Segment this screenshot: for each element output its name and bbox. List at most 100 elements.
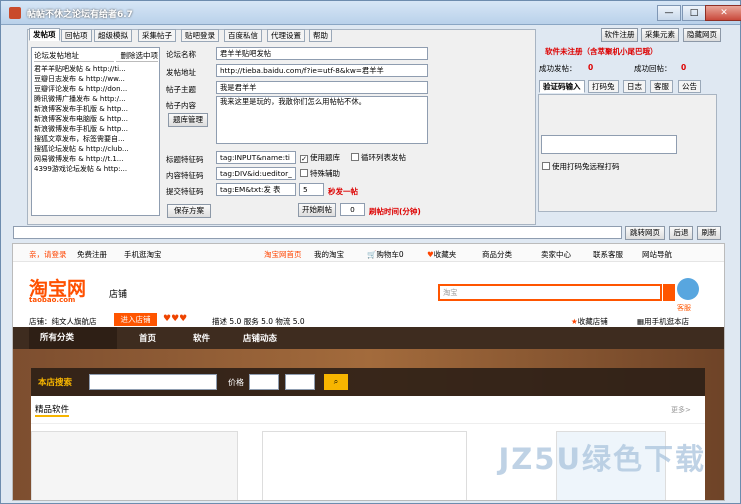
cart-link[interactable]: 🛒购物车0 [367,249,404,260]
store-search-label: 本店搜索 [38,378,73,388]
remote-captcha-option[interactable]: 使用打码兔远程打码 [542,161,620,172]
store-search-input[interactable] [89,374,217,390]
tab-log[interactable]: 日志 [623,80,646,93]
post-url-input[interactable]: http://tieba.baidu.com/f?ie=utf-8&kw=君羊羊 [216,64,428,77]
minimize-button[interactable]: — [657,5,681,21]
store-search-button[interactable]: ⌕ [324,374,348,390]
tab-dama-rabbit[interactable]: 打码兔 [588,80,619,93]
forum-list-item[interactable]: 网易微博发布 & http://t.1... [32,154,159,164]
cart-label: 购物车0 [376,250,404,259]
forum-list-item[interactable]: 豆瓣日志发布 & http://ww... [32,74,159,84]
title-code-input[interactable]: tag:INPUT&name:ti [216,151,296,164]
forum-list-item[interactable]: 4399游戏论坛发帖 & http:... [32,164,159,174]
success-post-value: 0 [588,63,594,72]
forum-list-item[interactable]: 新浪博客发布手机版 & http... [32,104,159,114]
star-icon: ★ [571,317,578,326]
mobile-store-link[interactable]: ▦用手机逛本店 [637,316,689,327]
software-menu-item[interactable]: 软件 [193,332,210,344]
my-taobao-link[interactable]: 我的淘宝 [314,249,344,260]
min-price-input[interactable] [249,374,279,390]
tab-baidu-message[interactable]: 百度私信 [224,29,262,42]
all-categories-menu[interactable]: 所有分类 [29,327,117,349]
library-manage-button[interactable]: 题库管理 [168,113,208,127]
forum-list-item[interactable]: 腾讯微博广播发布 & http:/... [32,94,159,104]
subject-input[interactable]: 我是君羊羊 [216,81,428,94]
categories-link[interactable]: 商品分类 [482,249,512,260]
go-page-button[interactable]: 跳转网页 [625,226,665,240]
max-price-input[interactable] [285,374,315,390]
contact-service-link[interactable]: 联系客服 [593,249,623,260]
checkbox-icon [300,155,308,163]
forum-list-item[interactable]: 新浪博客发布电脑版 & http... [32,114,159,124]
register-button[interactable]: 软件注册 [601,28,638,42]
section-divider [31,423,705,424]
loop-list-option[interactable]: 循环列表发帖 [351,152,406,163]
tab-post[interactable]: 发帖项 [29,28,60,41]
embedded-browser[interactable]: 亲，请登录 免费注册 手机逛淘宝 淘宝网首页 我的淘宝 🛒购物车0 ♥收藏夹 商… [12,243,725,501]
hide-page-button[interactable]: 隐藏网页 [683,28,721,42]
tab-reply[interactable]: 回帖项 [61,29,92,42]
forum-name-input[interactable]: 君羊羊贴吧发帖 [216,47,428,60]
tab-proxy[interactable]: 代理设置 [267,29,305,42]
forum-list-item[interactable]: 搜狐文章发布，标签需要自... [32,134,159,144]
taobao-topbar: 亲，请登录 免费注册 手机逛淘宝 淘宝网首页 我的淘宝 🛒购物车0 ♥收藏夹 商… [13,244,724,262]
forum-list-item[interactable]: 新浪微博发布手机版 & http... [32,124,159,134]
time-input[interactable]: 0 [340,203,365,216]
maximize-button[interactable]: □ [682,5,706,21]
tab-super-simulate[interactable]: 超级模拟 [94,29,132,42]
taobao-search-input[interactable]: 淘宝 [438,284,662,301]
content-textarea[interactable]: 我来这里是玩的，我散你们怎么用帖帖不休。 [216,96,428,144]
tab-notice[interactable]: 公告 [678,80,701,93]
refresh-button[interactable]: 刷新 [697,226,721,240]
special-assist-option[interactable]: 特殊辅助 [300,168,340,179]
forum-list-item[interactable]: 君羊羊贴吧发帖 & http://ti... [32,64,159,74]
favorite-store-link[interactable]: ★收藏店铺 [571,316,608,327]
window-titlebar[interactable]: 帖帖不休之论坛有给者6.7 — □ ✕ [1,1,741,25]
taobao-logo-sub: taobao.com [29,296,76,304]
mobile-link[interactable]: 手机逛淘宝 [124,249,162,260]
start-posting-button[interactable]: 开始刷帖 [298,203,336,217]
captcha-input[interactable] [541,135,677,154]
forum-list-item[interactable]: 搜狐论坛发帖 & http://club... [32,144,159,154]
more-link[interactable]: 更多> [671,405,691,415]
forum-list-item[interactable]: 豆瓣评论发布 & http://don... [32,84,159,94]
close-button[interactable]: ✕ [705,5,741,21]
home-menu-item[interactable]: 首页 [139,332,156,344]
store-news-menu-item[interactable]: 店铺动态 [243,332,277,344]
search-icon: ⌕ [333,377,339,386]
register-link[interactable]: 免费注册 [77,249,107,260]
tab-help[interactable]: 帮助 [309,29,332,42]
subject-label: 帖子主题 [166,85,196,94]
collect-elements-button[interactable]: 采集元素 [641,28,679,42]
address-bar[interactable] [13,226,622,239]
product-card[interactable] [31,431,238,500]
tab-collect[interactable]: 采集帖子 [138,29,176,42]
save-plan-button[interactable]: 保存方案 [167,204,211,218]
favorite-store-label: 收藏店铺 [577,317,608,326]
forum-list[interactable]: 论坛发帖地址 删除选中项 君羊羊贴吧发帖 & http://ti... 豆瓣日志… [31,47,160,216]
content-code-input[interactable]: tag:DIV&id:ueditor_ [216,167,296,180]
delete-selected-header[interactable]: 删除选中项 [116,50,158,62]
service-avatar[interactable] [677,278,699,300]
product-card[interactable] [262,431,467,500]
submit-code-input[interactable]: tag:EM&txt:发 表 [216,183,296,196]
login-link[interactable]: 亲，请登录 [29,249,67,260]
service-label[interactable]: 客服 [677,303,691,313]
tab-support[interactable]: 客服 [650,80,673,93]
tab-captcha-input[interactable]: 验证码输入 [539,80,585,93]
enter-store-button[interactable]: 进入店铺 [114,313,157,326]
store-search-strip: 本店搜索 价格 ⌕ [31,368,705,396]
use-library-option[interactable]: 使用题库 [300,152,340,163]
site-nav-link[interactable]: 网站导航 [642,249,672,260]
back-button[interactable]: 后退 [669,226,693,240]
taobao-home-link[interactable]: 淘宝网首页 [264,249,302,260]
favorites-link[interactable]: ♥收藏夹 [427,249,456,260]
tab-tieba-login[interactable]: 贴吧登录 [181,29,219,42]
checkbox-icon [542,162,550,170]
taobao-search-button[interactable] [663,284,675,301]
shop-name: 店铺：纯文人旗航店 [29,317,97,326]
success-reply-value: 0 [681,63,687,72]
seconds-input[interactable]: 5 [299,183,324,196]
mobile-store-label: 用手机逛本店 [644,317,690,326]
seller-center-link[interactable]: 卖家中心 [541,249,571,260]
